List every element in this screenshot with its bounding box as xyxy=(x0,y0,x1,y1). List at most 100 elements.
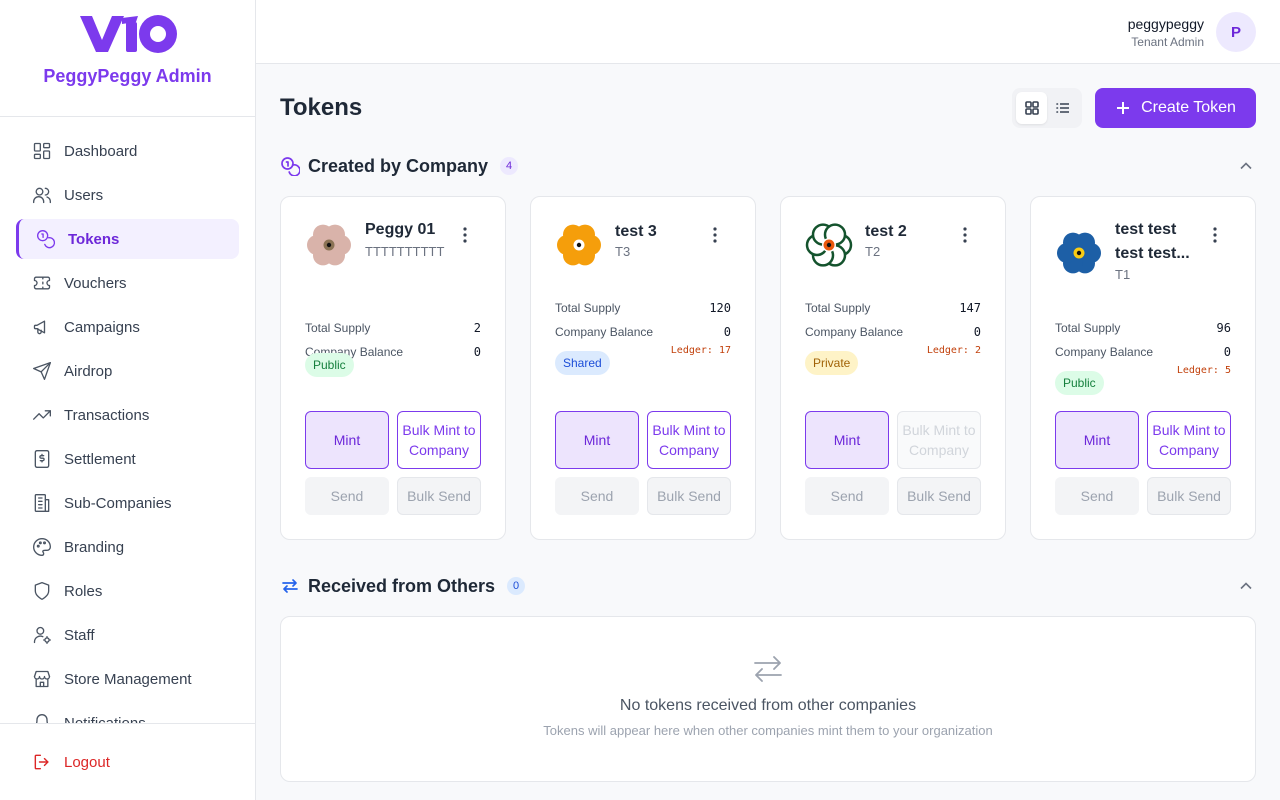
send-button[interactable]: Send xyxy=(555,477,639,515)
token-cards: Peggy 01 TTTTTTTTTT Total Supply 2 Company B… xyxy=(280,196,1256,540)
dashboard-icon xyxy=(32,141,52,161)
sidebar-item-store-management[interactable]: Store Management xyxy=(16,659,239,699)
more-vertical-icon[interactable] xyxy=(1207,225,1223,245)
topbar: peggypeggy Tenant Admin P xyxy=(256,0,1280,64)
total-supply-row: Total Supply 120 xyxy=(555,301,731,315)
send-button[interactable]: Send xyxy=(305,477,389,515)
received-section-header[interactable]: Received from Others 0 xyxy=(280,574,1256,598)
bulk-send-button[interactable]: Bulk Send xyxy=(897,477,981,515)
total-supply-label: Total Supply xyxy=(805,301,871,315)
more-vertical-icon[interactable] xyxy=(957,225,973,245)
company-balance-label: Company Balance xyxy=(1055,345,1154,359)
sidebar-item-label: Dashboard xyxy=(64,142,138,160)
ledger-balance: Ledger: 2 xyxy=(926,345,981,356)
grid-icon xyxy=(1024,101,1039,115)
sidebar-item-label: Sub-Companies xyxy=(64,494,172,512)
swap-icon xyxy=(280,576,300,596)
total-supply-value: 147 xyxy=(959,301,981,315)
mint-button[interactable]: Mint xyxy=(1055,411,1139,469)
sidebar-item-branding[interactable]: Branding xyxy=(16,527,239,567)
logout-label: Logout xyxy=(64,753,110,771)
sidebar-item-settlement[interactable]: Settlement xyxy=(16,439,239,479)
logout-icon xyxy=(34,754,49,770)
user-menu[interactable]: peggypeggy Tenant Admin P xyxy=(1128,12,1256,52)
sidebar-item-label: Vouchers xyxy=(64,274,127,292)
brand-name: PeggyPeggy Admin xyxy=(43,66,212,86)
sidebar-item-sub-companies[interactable]: Sub-Companies xyxy=(16,483,239,523)
token-flower-image xyxy=(805,221,853,269)
list-view-button[interactable] xyxy=(1047,92,1078,124)
sidebar-item-notifications[interactable]: Notifications xyxy=(16,703,239,723)
token-card: test test test test... T1 Total Supply 96 Co… xyxy=(1030,196,1256,540)
sidebar-item-dashboard[interactable]: Dashboard xyxy=(16,131,239,171)
bulk-mint-button[interactable]: Bulk Mint to Company xyxy=(647,411,731,469)
send-button[interactable]: Send xyxy=(805,477,889,515)
swap-icon xyxy=(750,651,786,687)
more-vertical-icon[interactable] xyxy=(707,225,723,245)
token-symbol: TTTTTTTTTT xyxy=(365,244,445,259)
more-vertical-icon[interactable] xyxy=(457,225,473,245)
mint-button[interactable]: Mint xyxy=(555,411,639,469)
bulk-send-button[interactable]: Bulk Send xyxy=(647,477,731,515)
sidebar-item-transactions[interactable]: Transactions xyxy=(16,395,239,435)
mint-button[interactable]: Mint xyxy=(805,411,889,469)
chevron-up-icon[interactable] xyxy=(1236,156,1256,176)
token-symbol: T3 xyxy=(615,244,631,259)
company-balance-value: 0 xyxy=(1223,345,1231,359)
company-balance-row: Company Balance 0 xyxy=(1055,345,1231,359)
bulk-send-button[interactable]: Bulk Send xyxy=(397,477,481,515)
total-supply-row: Total Supply 2 xyxy=(305,321,481,335)
sidebar-item-label: Store Management xyxy=(64,670,192,688)
sidebar-item-vouchers[interactable]: Vouchers xyxy=(16,263,239,303)
sidebar-item-label: Users xyxy=(64,186,104,204)
total-supply-label: Total Supply xyxy=(305,321,371,335)
sidebar-item-label: Tokens xyxy=(68,230,120,248)
tokens-icon xyxy=(36,229,56,249)
sidebar-item-label: Campaigns xyxy=(64,318,140,336)
ledger-balance: Ledger: 5 xyxy=(1176,365,1231,376)
bulk-mint-button[interactable]: Bulk Mint to Company xyxy=(397,411,481,469)
sidebar-item-users[interactable]: Users xyxy=(16,175,239,215)
sidebar-item-staff[interactable]: Staff xyxy=(16,615,239,655)
created-section-title: Created by Company xyxy=(308,155,489,176)
sidebar-nav: Dashboard Users Tokens Vouchers Campaigns Air… xyxy=(16,131,239,723)
token-card: Peggy 01 TTTTTTTTTT Total Supply 2 Company B… xyxy=(280,196,506,540)
megaphone-icon xyxy=(32,317,52,337)
company-balance-value: 0 xyxy=(973,325,981,339)
avatar[interactable]: P xyxy=(1216,12,1256,52)
ledger-balance: Ledger: 17 xyxy=(670,345,731,356)
logout-button[interactable]: Logout xyxy=(32,752,110,772)
chevron-up-icon[interactable] xyxy=(1236,576,1256,596)
total-supply-value: 120 xyxy=(709,301,731,315)
sidebar-item-tokens[interactable]: Tokens xyxy=(16,219,239,259)
token-name: Peggy 01 xyxy=(365,221,436,238)
bulk-send-button[interactable]: Bulk Send xyxy=(1147,477,1231,515)
token-name: test 2 xyxy=(865,223,907,240)
send-button[interactable]: Send xyxy=(1055,477,1139,515)
token-flower-image xyxy=(305,221,353,269)
store-icon xyxy=(32,669,52,689)
sidebar-item-airdrop[interactable]: Airdrop xyxy=(16,351,239,391)
grid-view-button[interactable] xyxy=(1016,92,1047,124)
sidebar-item-roles[interactable]: Roles xyxy=(16,571,239,611)
sidebar-item-label: Notifications xyxy=(64,714,146,724)
mint-button[interactable]: Mint xyxy=(305,411,389,469)
building-icon xyxy=(32,493,52,513)
bulk-mint-button[interactable]: Bulk Mint to Company xyxy=(1147,411,1231,469)
token-symbol: T1 xyxy=(1115,267,1131,282)
total-supply-row: Total Supply 96 xyxy=(1055,321,1231,335)
bulk-mint-button[interactable]: Bulk Mint to Company xyxy=(897,411,981,469)
token-flower-image xyxy=(555,221,603,269)
sidebar-item-label: Branding xyxy=(64,538,125,556)
created-section-header[interactable]: Created by Company 4 xyxy=(280,154,1256,178)
visibility-badge: Private xyxy=(805,351,859,375)
view-toggle xyxy=(1012,88,1082,128)
sidebar-item-campaigns[interactable]: Campaigns xyxy=(16,307,239,347)
send-icon xyxy=(32,361,52,381)
create-token-label: Create Token xyxy=(1141,99,1236,116)
sidebar-item-label: Settlement xyxy=(64,450,136,468)
empty-state-title: No tokens received from other companies xyxy=(619,697,917,714)
total-supply-label: Total Supply xyxy=(1055,321,1121,335)
ticket-icon xyxy=(32,273,52,293)
create-token-button[interactable]: Create Token xyxy=(1095,88,1256,128)
